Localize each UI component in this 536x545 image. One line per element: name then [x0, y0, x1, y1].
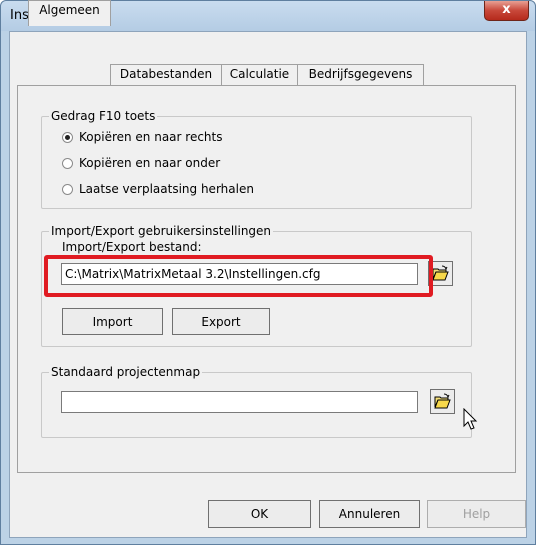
help-button[interactable]: Help — [427, 500, 526, 528]
tab-calculatie[interactable]: Calculatie — [221, 64, 298, 85]
import-export-file-label: Import/Export bestand: — [62, 240, 202, 254]
tab-label: Databestanden — [119, 67, 213, 81]
tab-label: Bedrijfsgegevens — [308, 67, 413, 81]
project-folder-browse-button[interactable] — [430, 389, 455, 414]
cancel-button[interactable]: Annuleren — [319, 500, 420, 528]
mouse-pointer-icon — [463, 408, 478, 430]
f10-group-title: Gedrag F10 toets — [49, 109, 158, 123]
ok-button[interactable]: OK — [208, 500, 311, 528]
folder-open-icon — [434, 393, 451, 409]
import-export-browse-button[interactable] — [428, 261, 453, 286]
project-folder-input[interactable] — [61, 391, 418, 413]
export-button[interactable]: Export — [172, 308, 270, 335]
close-button[interactable]: x — [484, 1, 529, 21]
radio-button[interactable] — [62, 184, 73, 195]
tab-label: Calculatie — [229, 67, 290, 81]
import-button[interactable]: Import — [62, 308, 163, 335]
tab-bedrijfsgegevens[interactable]: Bedrijfsgegevens — [297, 64, 424, 85]
import-export-group-title: Import/Export gebruikersinstellingen — [49, 224, 274, 238]
radio-selected-dot — [65, 135, 70, 140]
close-icon: x — [502, 2, 511, 17]
project-folder-group-title: Standaard projectenmap — [49, 365, 203, 379]
tab-algemeen[interactable]: Algemeen — [28, 0, 111, 26]
radio-button[interactable] — [62, 132, 73, 143]
radio-label: Kopiëren en naar onder — [79, 156, 221, 170]
tab-databestanden[interactable]: Databestanden — [110, 64, 222, 85]
import-export-file-input[interactable]: C:\Matrix\MatrixMetaal 3.2\Instellingen.… — [61, 263, 418, 285]
radio-button[interactable] — [62, 158, 73, 169]
radio-label: Kopiëren en naar rechts — [79, 130, 223, 144]
folder-open-icon — [432, 265, 449, 281]
radio-label: Laatse verplaatsing herhalen — [79, 182, 254, 196]
f10-behavior-group: Gedrag F10 toets Kopiëren en naar rechts… — [41, 109, 472, 209]
tab-label: Algemeen — [39, 3, 100, 17]
